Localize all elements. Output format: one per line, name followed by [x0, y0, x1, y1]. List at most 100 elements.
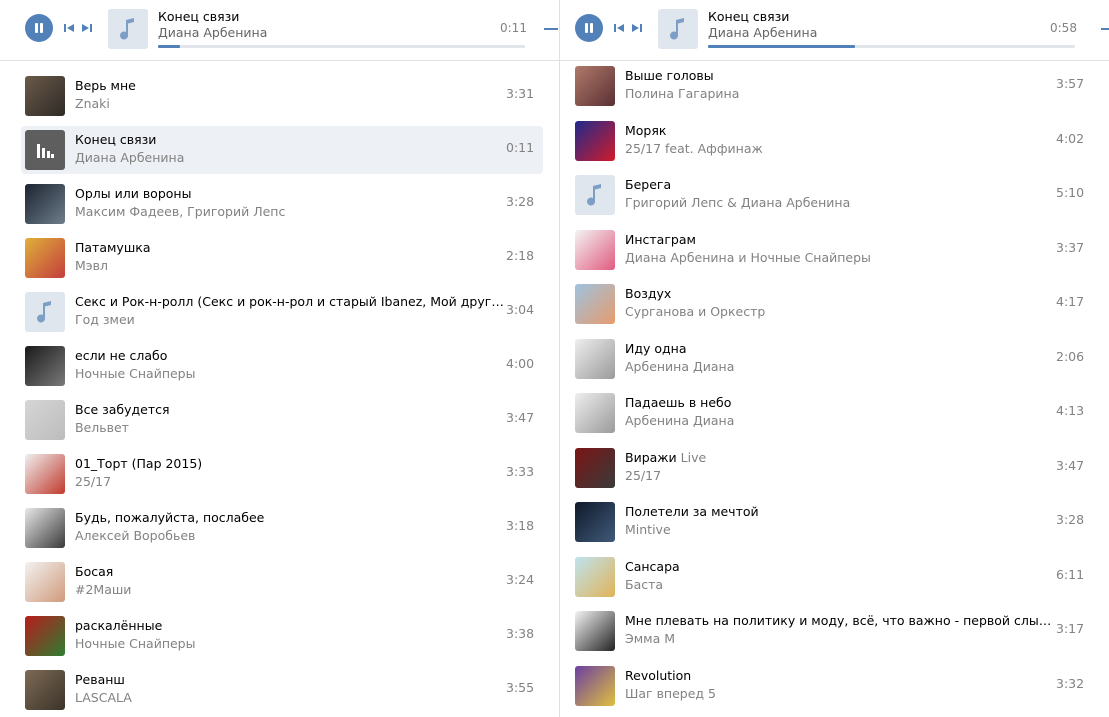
track-artist[interactable]: Диана Арбенина и Ночные Снайперы [625, 250, 871, 265]
track-row[interactable]: Иду одна Арбенина Диана 2:06 [571, 335, 1093, 383]
track-row[interactable]: Верь мне Znaki 3:31 [21, 72, 543, 120]
album-cover[interactable] [575, 611, 615, 651]
track-artist[interactable]: Полина Гагарина [625, 86, 739, 101]
track-row[interactable]: Полетели за мечтой Mintive 3:28 [571, 498, 1093, 546]
track-title[interactable]: Будь, пожалуйста, послабее [75, 510, 264, 525]
album-cover[interactable] [25, 616, 65, 656]
track-row[interactable]: Босая #2Маши 3:24 [21, 558, 543, 606]
track-artist[interactable]: Баста [625, 577, 663, 592]
track-title[interactable]: Падаешь в небо [625, 395, 731, 410]
playback-time[interactable]: 0:11 [500, 21, 527, 35]
track-artist[interactable]: Год змеи [75, 312, 135, 327]
progress-bar[interactable] [708, 45, 1075, 48]
track-artist[interactable]: Mintive [625, 522, 671, 537]
track-title[interactable]: Моряк [625, 123, 666, 138]
track-row[interactable]: Моряк 25/17 feat. Аффинаж 4:02 [571, 117, 1093, 165]
track-title[interactable]: Иду одна [625, 341, 687, 356]
track-artist[interactable]: Znaki [75, 96, 110, 111]
track-artist[interactable]: Алексей Воробьев [75, 528, 195, 543]
album-cover[interactable] [25, 562, 65, 602]
album-cover[interactable] [25, 400, 65, 440]
track-artist[interactable]: Мэвл [75, 258, 108, 273]
previous-track-icon[interactable] [63, 22, 75, 34]
album-cover[interactable] [575, 229, 615, 270]
album-cover[interactable] [575, 284, 615, 324]
album-cover[interactable] [25, 76, 65, 116]
track-title[interactable]: Патамушка [75, 240, 150, 255]
pause-button[interactable] [25, 14, 53, 42]
track-row[interactable]: Будь, пожалуйста, послабее Алексей Воробь… [21, 504, 543, 552]
track-artist[interactable]: Арбенина Диана [625, 359, 734, 374]
previous-track-icon[interactable] [613, 22, 625, 34]
track-artist[interactable]: Арбенина Диана [625, 413, 734, 428]
track-cover-placeholder[interactable] [575, 175, 615, 215]
track-artist[interactable]: 25/17 feat. Аффинаж [625, 141, 763, 156]
now-playing-title[interactable]: Конец связи [708, 9, 789, 24]
track-title[interactable]: Виражи Live [625, 450, 706, 465]
next-track-icon[interactable] [81, 22, 93, 34]
album-cover[interactable] [575, 120, 615, 161]
track-artist[interactable]: Ночные Снайперы [75, 636, 196, 651]
track-title[interactable]: Мне плевать на политику и моду, всё, что… [625, 613, 1055, 628]
track-title[interactable]: Берега [625, 177, 671, 192]
track-title[interactable]: Конец связи [75, 132, 156, 147]
album-cover[interactable] [575, 502, 615, 542]
album-cover[interactable] [575, 338, 615, 379]
track-cover-placeholder[interactable] [25, 292, 65, 332]
track-row[interactable]: Берега Григорий Лепс & Диана Арбенина 5:10 [571, 171, 1093, 219]
track-title[interactable]: 01_Торт (Пар 2015) [75, 456, 202, 471]
track-artist[interactable]: #2Маши [75, 582, 131, 597]
track-title[interactable]: Все забудется [75, 402, 170, 417]
track-row[interactable]: Реванш LASCALA 3:55 [21, 666, 543, 714]
track-row[interactable]: Воздух Сурганова и Оркестр 4:17 [571, 280, 1093, 328]
track-title[interactable]: Орлы или вороны [75, 186, 191, 201]
track-artist[interactable]: Диана Арбенина [75, 150, 184, 165]
next-track-icon[interactable] [631, 22, 643, 34]
track-artist[interactable]: 25/17 [75, 474, 111, 489]
track-row[interactable]: Инстаграм Диана Арбенина и Ночные Снайпер… [571, 226, 1093, 274]
track-title[interactable]: Верь мне [75, 78, 136, 93]
now-playing-artist[interactable]: Диана Арбенина [708, 25, 817, 40]
track-artist[interactable]: Сурганова и Оркестр [625, 304, 765, 319]
track-artist[interactable]: Максим Фадеев, Григорий Лепс [75, 204, 285, 219]
now-playing-artist[interactable]: Диана Арбенина [158, 25, 267, 40]
album-cover[interactable] [575, 665, 615, 706]
track-row[interactable]: Падаешь в небо Арбенина Диана 4:13 [571, 389, 1093, 437]
album-cover[interactable] [575, 556, 615, 597]
track-row[interactable]: Все забудется Вельвет 3:47 [21, 396, 543, 444]
pause-button[interactable] [575, 14, 603, 42]
album-cover[interactable] [25, 346, 65, 386]
track-title[interactable]: если не слабо [75, 348, 167, 363]
progress-bar[interactable] [158, 45, 525, 48]
album-cover[interactable] [25, 670, 65, 710]
track-row[interactable]: Орлы или вороны Максим Фадеев, Григорий Л… [21, 180, 543, 228]
track-row[interactable]: если не слабо Ночные Снайперы 4:00 [21, 342, 543, 390]
track-row[interactable]: Конец связи Диана Арбенина 0:11 [21, 126, 543, 174]
album-cover[interactable] [575, 447, 615, 488]
track-artist[interactable]: Ночные Снайперы [75, 366, 196, 381]
track-row[interactable]: Выше головы Полина Гагарина 3:57 [571, 62, 1093, 110]
track-title[interactable]: Сансара [625, 559, 680, 574]
collapse-player-icon[interactable] [1101, 28, 1109, 30]
track-row[interactable]: Мне плевать на политику и моду, всё, что… [571, 607, 1093, 655]
track-title[interactable]: Реванш [75, 672, 125, 687]
album-cover[interactable] [25, 508, 65, 548]
track-artist[interactable]: Эмма М [625, 631, 675, 646]
track-row[interactable]: 01_Торт (Пар 2015) 25/17 3:33 [21, 450, 543, 498]
track-row[interactable]: Секс и Рок-н-ролл (Секс и рок-н-рол и ст… [21, 288, 543, 336]
track-artist[interactable]: 25/17 [625, 468, 661, 483]
album-cover[interactable] [575, 393, 615, 433]
track-artist[interactable]: Вельвет [75, 420, 129, 435]
now-playing-title[interactable]: Конец связи [158, 9, 239, 24]
track-row[interactable]: раскалённые Ночные Снайперы 3:38 [21, 612, 543, 660]
track-artist[interactable]: Григорий Лепс & Диана Арбенина [625, 195, 850, 210]
album-cover[interactable] [25, 238, 65, 278]
album-cover[interactable] [575, 66, 615, 106]
album-cover[interactable] [25, 454, 65, 494]
track-artist[interactable]: Шаг вперед 5 [625, 686, 716, 701]
track-row[interactable]: Патамушка Мэвл 2:18 [21, 234, 543, 282]
track-artist[interactable]: LASCALA [75, 690, 132, 705]
track-row[interactable]: Сансара Баста 6:11 [571, 553, 1093, 601]
track-title[interactable]: раскалённые [75, 618, 162, 633]
track-row[interactable]: Виражи Live 25/17 3:47 [571, 444, 1093, 492]
